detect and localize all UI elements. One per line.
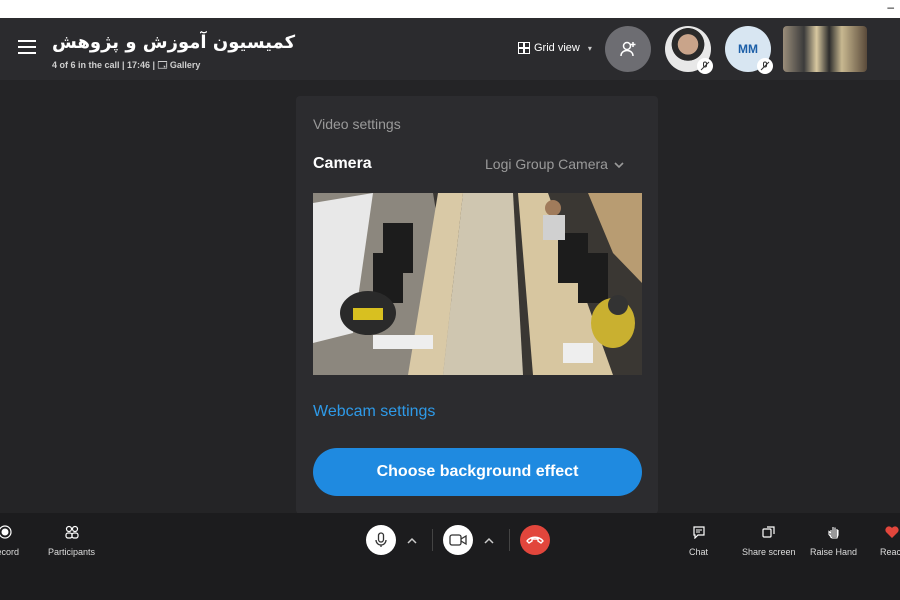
heart-icon [885,526,899,538]
chevron-down-icon: ▾ [587,43,592,53]
react-label: React [880,547,900,557]
camera-button[interactable] [443,525,473,555]
call-status: 4 of 6 in the call | 17:46 | 🗔 Gallery [52,60,201,70]
participants-label: Participants [48,547,96,557]
hand-icon [827,527,839,539]
share-screen-button[interactable]: Share screen [742,525,796,557]
microphone-icon [375,532,387,547]
camera-value: Logi Group Camera [485,156,608,172]
react-button[interactable]: React [880,525,900,557]
raise-hand-label: Raise Hand [810,547,858,557]
mic-options-button[interactable] [402,537,422,544]
panel-title: Video settings [313,116,401,132]
chevron-up-icon [407,537,417,544]
chevron-up-icon [484,537,494,544]
grid-icon [518,42,530,54]
window-titlebar: – [0,0,900,18]
call-title: کمیسیون آموزش و پژوهش [52,32,296,53]
add-participant-button[interactable] [605,26,651,72]
participants-icon [64,525,79,539]
minimize-button[interactable]: – [887,1,894,13]
record-button[interactable]: Record [0,525,19,557]
camera-label: Camera [313,155,372,172]
video-camera-icon [449,534,467,546]
end-call-button[interactable] [520,525,550,555]
divider [509,529,510,551]
participants-button[interactable]: Participants [48,525,95,557]
media-controls [366,525,550,555]
share-screen-icon [762,526,775,538]
call-toolbar: Record Participants Chat Share screen [0,513,900,600]
avatar[interactable]: MM [725,26,773,74]
webcam-settings-link[interactable]: Webcam settings [313,403,435,421]
chat-button[interactable]: Chat [689,525,708,557]
share-screen-label: Share screen [742,547,796,557]
menu-icon[interactable] [18,40,36,54]
avatar-initials: MM [738,42,758,56]
muted-mic-icon [757,58,773,74]
camera-select[interactable]: Logi Group Camera [485,156,624,172]
record-icon [0,525,12,539]
camera-preview [313,193,642,375]
avatar[interactable] [665,26,713,74]
hang-up-icon [526,536,544,544]
camera-options-button[interactable] [479,537,499,544]
choose-background-button[interactable]: Choose background effect [313,448,642,496]
chat-icon [692,526,705,539]
muted-mic-icon [697,58,713,74]
microphone-button[interactable] [366,525,396,555]
divider [432,529,433,551]
view-label: Grid view [534,42,580,54]
view-switcher[interactable]: Grid view ▾ [518,42,592,54]
raise-hand-button[interactable]: Raise Hand [810,525,857,557]
chat-label: Chat [689,547,709,557]
record-label: Record [0,547,20,557]
participant-video-thumbnail[interactable] [783,26,867,72]
chevron-down-icon [614,156,624,172]
video-settings-panel: Video settings Camera Logi Group Camera [296,96,658,514]
call-header: کمیسیون آموزش و پژوهش 4 of 6 in the call… [0,18,900,80]
add-person-icon [620,41,636,57]
